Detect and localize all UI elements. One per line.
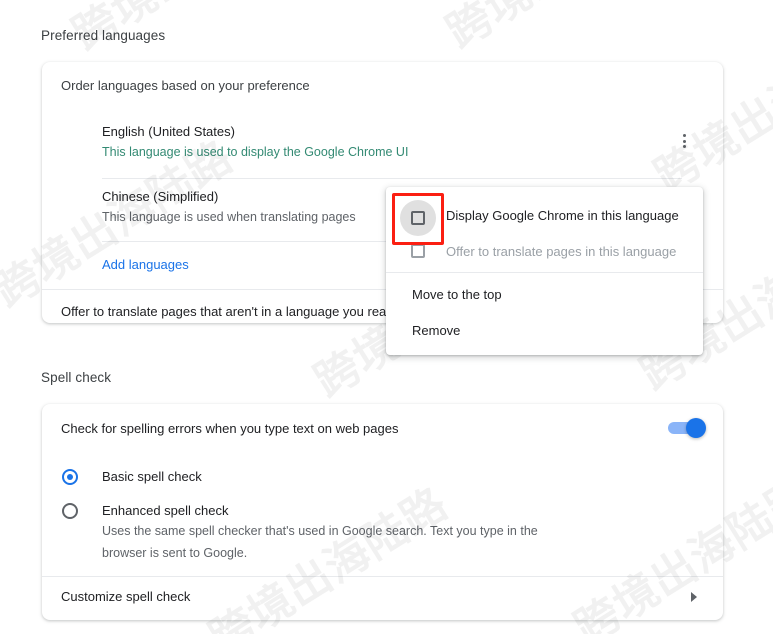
add-languages-link[interactable]: Add languages	[102, 257, 189, 272]
menu-item-display-chrome-in-language[interactable]: Display Google Chrome in this language	[446, 208, 679, 223]
radio-basic-spell-check[interactable]	[62, 469, 78, 485]
menu-item-move-to-top[interactable]: Move to the top	[412, 287, 502, 302]
radio-description-enhanced-line1: Uses the same spell checker that's used …	[102, 524, 538, 538]
page-title-spell-check: Spell check	[41, 370, 112, 385]
menu-item-remove[interactable]: Remove	[412, 323, 460, 338]
language-name-chinese: Chinese (Simplified)	[102, 189, 219, 204]
radio-enhanced-spell-check[interactable]	[62, 503, 78, 519]
divider	[42, 576, 723, 577]
languages-card-heading: Order languages based on your preference	[61, 78, 310, 93]
spellcheck-toggle-label: Check for spelling errors when you type …	[61, 421, 399, 436]
highlight-box-display-chrome-checkbox	[392, 193, 444, 245]
customize-spell-check-label[interactable]: Customize spell check	[61, 589, 190, 604]
spellcheck-toggle[interactable]	[668, 418, 706, 438]
menu-divider	[386, 272, 703, 273]
language-description-english: This language is used to display the Goo…	[102, 145, 409, 159]
checkbox-offer-translate-in-language	[411, 244, 425, 258]
chevron-right-icon[interactable]	[691, 592, 697, 602]
divider	[102, 178, 682, 179]
menu-item-offer-translate-in-language: Offer to translate pages in this languag…	[446, 244, 677, 259]
translate-offer-label: Offer to translate pages that aren't in …	[61, 304, 394, 319]
toggle-knob	[686, 418, 706, 438]
language-name-english: English (United States)	[102, 124, 235, 139]
page-title-preferred-languages: Preferred languages	[41, 28, 166, 43]
radio-description-enhanced-line2: browser is sent to Google.	[102, 546, 248, 560]
radio-label-basic-spell-check: Basic spell check	[102, 469, 202, 484]
language-description-chinese: This language is used when translating p…	[102, 210, 356, 224]
more-vertical-icon[interactable]	[670, 127, 698, 155]
radio-label-enhanced-spell-check: Enhanced spell check	[102, 503, 229, 518]
